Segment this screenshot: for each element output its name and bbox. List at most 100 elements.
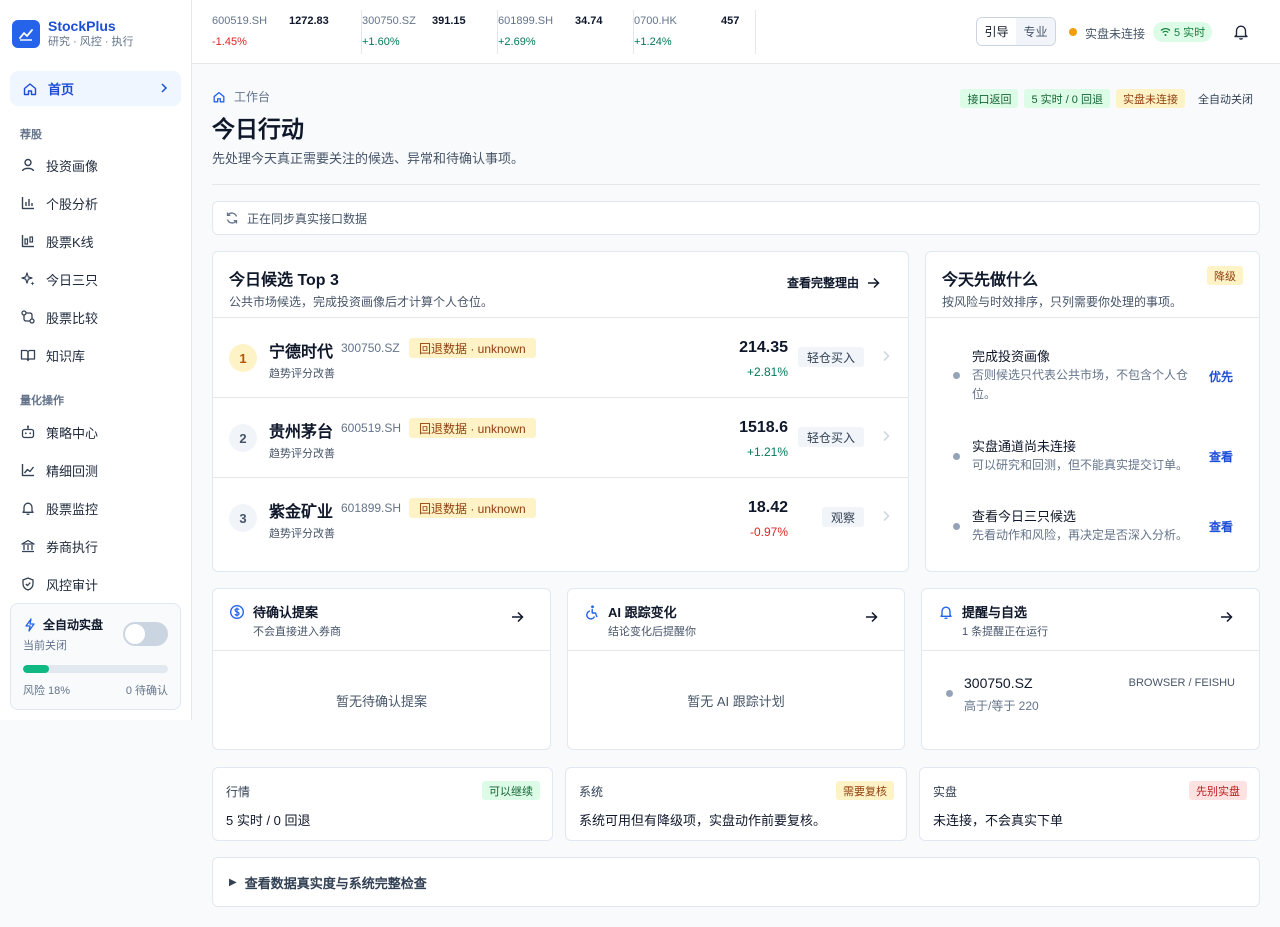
book-open-icon <box>20 349 36 362</box>
todo-card: 今天先做什么 按风险与时效排序，只列需要你处理的事项。 降级 完成投资画像 否则… <box>925 251 1260 572</box>
sidebar-item-risk[interactable]: 风控审计 <box>20 574 98 594</box>
notification-bell-icon[interactable] <box>1233 23 1249 44</box>
action-tag: 轻仓买入 <box>797 427 864 447</box>
brand-name: StockPlus <box>48 18 116 34</box>
brand-logo-icon <box>12 20 40 48</box>
divider <box>568 650 904 651</box>
chevron-right-icon <box>159 81 169 96</box>
sparkles-icon <box>21 272 35 286</box>
stock-price: 1518.6 <box>739 419 788 436</box>
stat-badge: 需要复核 <box>836 781 894 800</box>
system-check-label: 查看数据真实度与系统完整检查 <box>244 875 427 891</box>
todo-subtitle: 按风险与时效排序，只列需要你处理的事项。 <box>942 295 1183 309</box>
user-icon <box>21 158 35 172</box>
divider <box>212 184 1260 185</box>
view-full-reasons-link[interactable]: 查看完整理由 <box>787 274 880 291</box>
home-icon <box>213 91 225 102</box>
system-check-disclosure[interactable]: ▶ 查看数据真实度与系统完整检查 <box>212 857 1260 907</box>
stock-name: 宁德时代 <box>269 344 334 361</box>
candlestick-icon <box>21 235 34 248</box>
disclosure-triangle-icon: ▶ <box>229 876 237 888</box>
sidebar-item-monitor[interactable]: 股票监控 <box>20 498 98 518</box>
home-icon <box>23 82 37 95</box>
stock-name: 紫金矿业 <box>269 504 334 521</box>
todo-item-title: 完成投资画像 <box>972 349 1051 364</box>
candidates-card: 今日候选 Top 3 公共市场候选，完成投资画像后才计算个人仓位。 查看完整理由… <box>212 251 909 572</box>
mode-guide-button[interactable]: 引导 <box>977 18 1016 45</box>
stat-label: 行情 <box>226 785 251 799</box>
brand[interactable]: StockPlus 研究 · 风控 · 执行 <box>12 18 134 50</box>
sidebar-item-home[interactable]: 首页 <box>10 71 181 106</box>
breadcrumb[interactable]: 工作台 <box>212 88 270 105</box>
rank-badge: 1 <box>229 344 257 372</box>
arrow-right-icon[interactable] <box>1220 611 1233 626</box>
ticker-change: +1.24% <box>634 36 672 48</box>
status-badge: 接口返回 <box>960 89 1019 108</box>
degraded-badge: 降级 <box>1207 266 1243 285</box>
bullet-dot <box>953 453 960 460</box>
ticker-item[interactable]: 601899.SH 34.74 +2.69% <box>498 10 634 54</box>
auto-trading-toggle[interactable] <box>123 622 168 646</box>
breadcrumb-label: 工作台 <box>234 90 271 104</box>
sidebar-item-backtest[interactable]: 精细回测 <box>20 460 98 480</box>
ticker-item[interactable]: 600519.SH 1272.83 -1.45% <box>212 10 362 54</box>
ai-tracking-panel: AI 跟踪变化 结论变化后提醒你 暂无 AI 跟踪计划 <box>567 588 905 750</box>
ticker-code: 601899.SH <box>498 15 554 27</box>
divider <box>922 650 1259 651</box>
sidebar-item-analysis[interactable]: 个股分析 <box>20 193 98 213</box>
bell-icon <box>940 606 952 619</box>
alert-code: 300750.SZ <box>964 675 1033 691</box>
stock-change: +2.81% <box>746 365 788 379</box>
stat-card-system: 系统 需要复核 系统可用但有降级项，实盘动作前要复核。 <box>565 767 907 841</box>
shield-check-icon <box>22 577 34 591</box>
ai-tracking-subtitle: 结论变化后提醒你 <box>608 626 696 638</box>
action-tag: 轻仓买入 <box>797 347 864 367</box>
risk-progress-bar <box>23 665 168 673</box>
ticker-code: 600519.SH <box>212 15 268 27</box>
live-status-label: 5 实时 <box>1174 27 1206 39</box>
todo-item-action-link[interactable]: 查看 <box>1209 518 1233 535</box>
bullet-dot <box>946 690 953 697</box>
stock-price: 214.35 <box>739 339 788 356</box>
candidate-row[interactable]: 1 宁德时代 300750.SZ 回退数据 · unknown 趋势评分改善 2… <box>213 317 908 397</box>
compare-icon <box>21 310 35 324</box>
refresh-icon <box>226 212 238 224</box>
arrow-right-icon[interactable] <box>511 611 524 626</box>
sidebar-item-compare[interactable]: 股票比较 <box>20 307 98 327</box>
page-subtitle: 先处理今天真正需要关注的候选、异常和待确认事项。 <box>212 151 525 166</box>
sidebar-item-kline[interactable]: 股票K线 <box>20 231 94 251</box>
auto-trading-title: 全自动实盘 <box>43 618 104 632</box>
stat-label: 系统 <box>579 785 604 799</box>
header-status-badges: 接口返回 5 实时 / 0 回退 实盘未连接 全自动关闭 <box>960 89 1260 108</box>
sidebar-item-strategy[interactable]: 策略中心 <box>20 422 98 442</box>
mode-pro-button[interactable]: 专业 <box>1016 18 1055 45</box>
stock-price: 18.42 <box>747 499 788 516</box>
bar-chart-icon <box>21 197 34 210</box>
sidebar-item-profile[interactable]: 投资画像 <box>20 155 98 175</box>
todo-item-action-link[interactable]: 优先 <box>1209 368 1233 385</box>
sidebar-item-label: 券商执行 <box>46 539 99 555</box>
ticker-change: -1.45% <box>212 36 247 48</box>
bank-icon <box>21 539 35 553</box>
ticker-item[interactable]: 300750.SZ 391.15 +1.60% <box>362 10 498 54</box>
stat-label: 实盘 <box>933 785 958 799</box>
todo-item-action-link[interactable]: 查看 <box>1209 448 1233 465</box>
sidebar-item-broker[interactable]: 券商执行 <box>20 536 98 556</box>
sync-status-bar: 正在同步真实接口数据 <box>212 201 1260 235</box>
data-source-tag: 回退数据 · unknown <box>409 418 536 438</box>
todo-item-desc: 否则候选只代表公共市场，不包含个人仓位。 <box>972 368 1189 401</box>
alert-channel: BROWSER / FEISHU <box>1128 677 1235 689</box>
stat-badge: 可以继续 <box>482 781 540 800</box>
candidate-row[interactable]: 2 贵州茅台 600519.SH 回退数据 · unknown 趋势评分改善 1… <box>213 397 908 477</box>
sidebar-item-label: 今日三只 <box>46 272 99 288</box>
empty-state-text: 暂无 AI 跟踪计划 <box>687 694 785 709</box>
chevron-right-icon <box>882 510 890 525</box>
lightning-icon <box>25 617 35 632</box>
ticker-price: 391.15 <box>432 15 466 27</box>
arrow-right-icon[interactable] <box>865 611 878 626</box>
stock-change: -0.97% <box>749 525 788 539</box>
candidate-row[interactable]: 3 紫金矿业 601899.SH 回退数据 · unknown 趋势评分改善 1… <box>213 477 908 557</box>
sidebar-item-top3[interactable]: 今日三只 <box>20 269 98 289</box>
ticker-item[interactable]: 0700.HK 457 +1.24% <box>634 10 756 54</box>
sidebar-item-knowledge[interactable]: 知识库 <box>20 345 85 365</box>
